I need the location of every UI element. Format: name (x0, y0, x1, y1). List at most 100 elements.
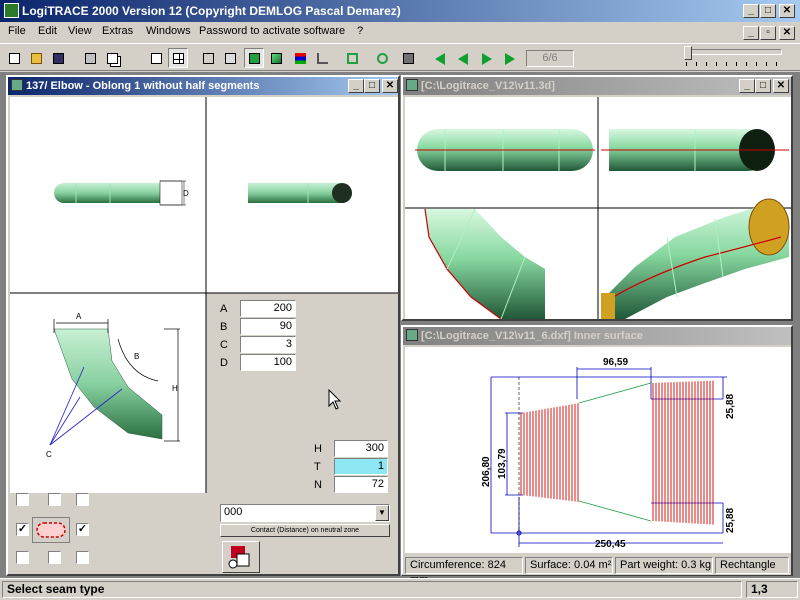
copy-button[interactable] (102, 48, 122, 68)
save-icon (53, 53, 64, 64)
last-page-button[interactable] (500, 48, 520, 68)
open-button[interactable] (26, 48, 46, 68)
main-min-button[interactable]: _ (348, 79, 364, 93)
seam-checkbox-left[interactable]: ✓ (16, 523, 29, 536)
prev-icon (458, 53, 468, 65)
status-bar: Select seam type 1,3 (0, 578, 800, 600)
app-title: LogiTRACE 2000 Version 12 (Copyright DEM… (22, 4, 401, 18)
3d-view-front (415, 129, 595, 171)
dim-label-b: B (134, 352, 139, 361)
curve-button[interactable] (372, 48, 392, 68)
seam-combo[interactable]: 000 ▼ (220, 504, 390, 522)
page-counter: 6/6 (526, 50, 574, 67)
copy-icon (107, 53, 118, 64)
wireframe-button[interactable] (198, 48, 218, 68)
color-map-button[interactable] (290, 48, 310, 68)
view3d-max-button[interactable]: □ (755, 79, 771, 93)
menu-view[interactable]: View (68, 25, 92, 37)
seam-combo-value: 000 (224, 506, 243, 518)
app-title-bar: LogiTRACE 2000 Version 12 (Copyright DEM… (0, 0, 800, 22)
print-icon (85, 53, 96, 64)
circumference-panel: Circumference: 824 mm (405, 557, 523, 586)
param-d-input[interactable]: 100 (240, 354, 296, 371)
param-b-label: B (220, 321, 228, 333)
dim-label-c: C (46, 450, 52, 459)
elbow-views-canvas: D A B C H (10, 97, 398, 493)
param-c-label: C (220, 339, 228, 351)
dxf-window: [C:\Logitrace_V12\v11_6.dxf] Inner surfa… (401, 325, 793, 586)
main-close-button[interactable]: ✕ (382, 79, 398, 93)
main-max-button[interactable]: □ (364, 79, 380, 93)
tree-button[interactable] (312, 48, 332, 68)
window-icon (406, 79, 418, 91)
menu-edit[interactable]: Edit (38, 25, 57, 37)
app-close-button[interactable]: ✕ (779, 4, 795, 18)
disk-icon (403, 53, 414, 64)
disk-button[interactable] (398, 48, 418, 68)
view3d-window: [C:\Logitrace_V12\v11.3d] _ □ ✕ (401, 75, 793, 321)
curve-icon (377, 53, 388, 64)
seam-tool-button[interactable] (222, 541, 260, 573)
side-view-pipe (248, 183, 352, 203)
menu-extras[interactable]: Extras (102, 25, 133, 37)
view3d-titlebar: [C:\Logitrace_V12\v11.3d] (403, 77, 791, 95)
contact-button[interactable]: Contact (Distance) on neutral zone (220, 524, 390, 537)
combo-dropdown-icon[interactable]: ▼ (375, 505, 389, 521)
seam-checkbox-right[interactable]: ✓ (76, 523, 89, 536)
seam-checkbox-bottom-left[interactable] (16, 551, 29, 564)
shape-panel: Rechtangle (715, 557, 789, 574)
single-view-button[interactable] (146, 48, 166, 68)
seam-checkbox-top-mid[interactable] (48, 493, 61, 506)
status-message: Select seam type (2, 581, 742, 598)
param-a-input[interactable]: 200 (240, 300, 296, 317)
param-a-label: A (220, 303, 228, 315)
seam-checkbox-bottom-mid[interactable] (48, 551, 61, 564)
main-window-title: 137/ Elbow - Oblong 1 without half segme… (26, 80, 260, 92)
save-button[interactable] (48, 48, 68, 68)
prev-page-button[interactable] (452, 48, 472, 68)
doc-close-button[interactable]: ✕ (779, 26, 795, 40)
doc-minimize-button[interactable]: _ (743, 26, 759, 40)
shaded-cube-icon (271, 53, 282, 64)
seam-checkbox-top-left[interactable] (16, 493, 29, 506)
zoom-slider-track[interactable] (684, 49, 782, 55)
print-button[interactable] (80, 48, 100, 68)
app-minimize-button[interactable]: _ (743, 4, 759, 18)
dim-left-outer-label: 206,80 (481, 456, 492, 487)
next-page-button[interactable] (476, 48, 496, 68)
window-icon (406, 329, 418, 341)
view3d-title: [C:\Logitrace_V12\v11.3d] (421, 80, 555, 92)
doc-restore-button[interactable]: ▫ (760, 26, 776, 40)
outline-button[interactable] (220, 48, 240, 68)
menu-file[interactable]: File (8, 25, 26, 37)
menu-help[interactable]: ? (357, 25, 363, 37)
seam-checkbox-bottom-right[interactable] (76, 551, 89, 564)
main-window: 137/ Elbow - Oblong 1 without half segme… (6, 75, 400, 576)
zoom-slider-thumb[interactable] (684, 46, 692, 60)
view3d-min-button[interactable]: _ (739, 79, 755, 93)
flatten-button[interactable] (342, 48, 362, 68)
first-page-button[interactable] (428, 48, 448, 68)
seam-lines-right (652, 380, 714, 525)
param-c-input[interactable]: 3 (240, 336, 296, 353)
menu-password[interactable]: Password to activate software (199, 25, 345, 37)
dim-top-label: 96,59 (603, 357, 628, 368)
seam-shape-preview[interactable] (32, 517, 70, 543)
param-h-input[interactable]: 300 (334, 440, 388, 457)
param-h-label: H (314, 443, 322, 455)
dxf-canvas: 96,59 206,80 103,79 25,88 25,88 250,45 (405, 347, 791, 553)
param-b-input[interactable]: 90 (240, 318, 296, 335)
seam-checkbox-top-right[interactable] (76, 493, 89, 506)
app-maximize-button[interactable]: □ (760, 4, 776, 18)
seam-tool-icon (228, 546, 250, 569)
view3d-close-button[interactable]: ✕ (773, 79, 789, 93)
param-t-input[interactable]: 1 (334, 458, 388, 475)
menu-windows[interactable]: Windows (146, 25, 191, 37)
new-button[interactable] (4, 48, 24, 68)
solid-button[interactable] (244, 48, 264, 68)
param-n-input[interactable]: 72 (334, 476, 388, 493)
param-n-label: N (314, 479, 322, 491)
mouse-cursor (328, 389, 342, 410)
shaded-button[interactable] (266, 48, 286, 68)
quad-view-button[interactable] (168, 48, 188, 68)
